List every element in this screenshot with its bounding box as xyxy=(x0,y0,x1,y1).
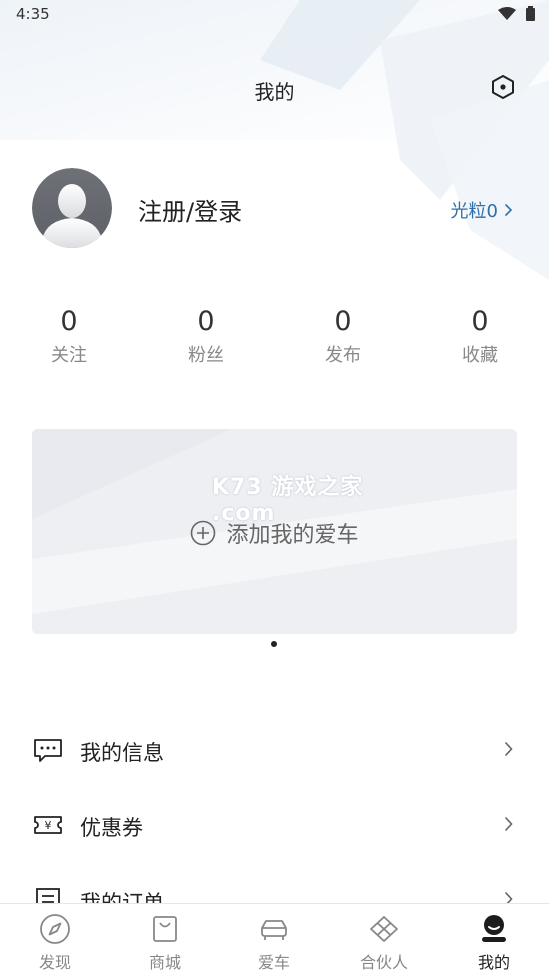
add-car-card[interactable]: K73 游戏之家 .com 添加我的爱车 xyxy=(32,429,517,634)
partner-diamond-icon xyxy=(370,916,398,942)
tab-label: 发现 xyxy=(38,953,71,972)
login-register-link[interactable]: 注册/登录 xyxy=(138,192,242,227)
tab-discover[interactable]: 发现 xyxy=(0,904,110,977)
add-car-button[interactable]: 添加我的爱车 xyxy=(32,517,517,549)
stat-value: 0 xyxy=(334,306,352,337)
header: 我的 xyxy=(0,62,549,116)
tab-label: 我的 xyxy=(477,953,510,972)
stat-value: 0 xyxy=(60,306,78,337)
status-bar: 4:35 xyxy=(0,0,549,28)
plus-circle-icon xyxy=(191,520,216,546)
menu-item-label: 优惠券 xyxy=(80,816,143,840)
battery-icon xyxy=(526,6,535,21)
car-icon xyxy=(261,920,287,940)
settings-button[interactable] xyxy=(488,72,518,102)
svg-text:¥: ¥ xyxy=(45,819,52,832)
default-avatar-icon xyxy=(32,168,112,248)
stats-row: 0 关注 0 粉丝 0 发布 0 收藏 xyxy=(0,305,549,375)
chevron-right-icon xyxy=(504,203,513,217)
shopping-bag-icon xyxy=(153,916,177,942)
watermark-logo: K73 游戏之家 .com xyxy=(212,469,382,526)
tab-label: 商城 xyxy=(148,953,181,972)
stat-label: 发布 xyxy=(325,345,361,366)
stat-value: 0 xyxy=(471,306,489,337)
add-car-label: 添加我的爱车 xyxy=(226,523,359,548)
tab-mall[interactable]: 商城 xyxy=(110,904,220,977)
stat-value: 0 xyxy=(197,306,215,337)
chevron-right-icon xyxy=(504,816,513,832)
avatar[interactable] xyxy=(32,168,112,248)
tab-partner[interactable]: 合伙人 xyxy=(329,904,439,977)
message-icon xyxy=(34,739,62,762)
stat-label: 粉丝 xyxy=(188,345,224,366)
stat-label: 关注 xyxy=(51,345,87,366)
stat-following[interactable]: 0 关注 xyxy=(9,305,129,367)
stat-fans[interactable]: 0 粉丝 xyxy=(146,305,266,367)
points-label: 光粒0 xyxy=(450,201,498,222)
stat-posts[interactable]: 0 发布 xyxy=(283,305,403,367)
settings-hexagon-icon xyxy=(492,75,514,99)
status-icons xyxy=(498,6,535,21)
tab-mine[interactable]: 我的 xyxy=(439,904,549,977)
chevron-right-icon xyxy=(504,741,513,757)
page-title: 我的 xyxy=(254,80,295,104)
profile-section: 注册/登录 光粒0 xyxy=(0,165,549,255)
stat-label: 收藏 xyxy=(462,345,498,366)
menu-item-label: 我的信息 xyxy=(80,741,164,765)
tab-label: 爱车 xyxy=(257,953,290,972)
carousel-indicator xyxy=(271,641,277,647)
wifi-icon xyxy=(498,6,516,20)
status-time: 4:35 xyxy=(16,5,50,23)
user-icon xyxy=(482,915,506,942)
coupon-icon: ¥ xyxy=(34,816,62,834)
stat-favorites[interactable]: 0 收藏 xyxy=(420,305,540,367)
bottom-tab-bar: 发现 商城 爱车 合伙人 我的 xyxy=(0,903,549,977)
menu-item-my-info[interactable]: 我的信息 xyxy=(0,715,549,787)
tab-label: 合伙人 xyxy=(359,953,408,972)
points-link[interactable]: 光粒0 xyxy=(451,197,513,223)
menu-item-coupons[interactable]: ¥ 优惠券 xyxy=(0,790,549,862)
compass-icon xyxy=(40,914,70,944)
tab-my-car[interactable]: 爱车 xyxy=(219,904,329,977)
